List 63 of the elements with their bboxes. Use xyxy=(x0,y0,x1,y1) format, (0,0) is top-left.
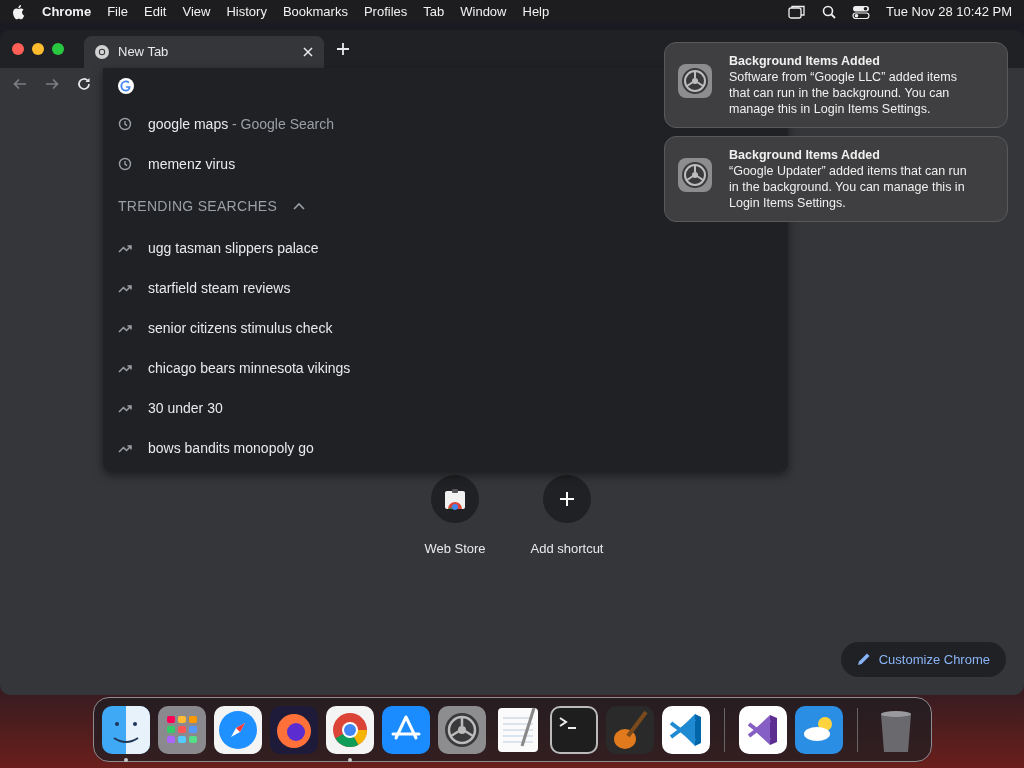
suggestion-item[interactable]: starfield steam reviews xyxy=(103,268,788,308)
chrome-app-icon[interactable] xyxy=(326,705,374,754)
zoom-window-button[interactable] xyxy=(52,43,64,55)
shortcut-tile[interactable]: Web Store xyxy=(410,475,500,559)
shortcut-tile[interactable]: Add shortcut xyxy=(522,475,612,559)
suggestion-item[interactable]: chicago bears minnesota vikings xyxy=(103,348,788,388)
settings-app-icon[interactable] xyxy=(438,705,486,754)
clock: Tue Nov 28 10:42 PM xyxy=(886,2,1012,21)
suggestion-item[interactable]: senior citizens stimulus check xyxy=(103,308,788,348)
notification-body: “Google Updater” added items that can run in the background. You can manage this in Login Items Settings. xyxy=(729,163,967,211)
weather-app-icon[interactable] xyxy=(795,705,843,754)
close-icon[interactable] xyxy=(302,46,314,58)
menu-item[interactable]: View xyxy=(182,1,211,22)
forward-icon[interactable] xyxy=(44,76,60,92)
visualstudio-app-icon[interactable] xyxy=(739,705,787,754)
back-icon[interactable] xyxy=(12,76,28,92)
section-header: TRENDING SEARCHES xyxy=(118,196,278,216)
menu-item[interactable]: Tab xyxy=(423,1,445,22)
toggles-icon[interactable] xyxy=(852,4,870,19)
customize-chrome-button[interactable]: Customize Chrome xyxy=(840,641,1006,677)
menu-item[interactable]: Help xyxy=(522,1,550,22)
notification-title: Background Items Added xyxy=(729,53,881,69)
clock-icon xyxy=(118,117,132,131)
launchpad-app-icon[interactable] xyxy=(158,705,206,754)
menu-item[interactable]: File xyxy=(107,1,129,22)
menu-item[interactable]: Bookmarks xyxy=(282,1,348,22)
tab-title: New Tab xyxy=(118,43,170,62)
google-logo-icon[interactable] xyxy=(118,78,134,94)
gear-icon xyxy=(677,63,713,99)
reload-icon[interactable] xyxy=(76,76,92,92)
safari-app-icon[interactable] xyxy=(214,705,262,754)
windows-icon[interactable] xyxy=(788,4,806,19)
menu-item[interactable]: History xyxy=(226,1,267,22)
store-icon xyxy=(444,488,466,510)
browser-tab[interactable]: New Tab xyxy=(84,36,324,68)
menu-item[interactable]: Edit xyxy=(144,1,167,22)
plus-icon xyxy=(559,491,575,507)
terminal-app-icon[interactable] xyxy=(550,705,598,754)
gear-icon xyxy=(677,157,713,193)
app-menu[interactable]: Chrome xyxy=(42,1,92,22)
menu-item[interactable]: Profiles xyxy=(363,1,408,22)
menu-item[interactable]: Window xyxy=(460,1,507,22)
vscode-app-icon[interactable] xyxy=(662,705,710,754)
chrome-icon xyxy=(94,44,110,60)
guitar-app-icon[interactable] xyxy=(606,705,654,754)
suggestion-item[interactable]: ugg tasman slippers palace xyxy=(103,228,788,268)
notification[interactable]: Background Items Added Software from “Google LLC” added items that can run in the background. You can manage this in Login Items Settings. xyxy=(664,42,1008,128)
notification-title: Background Items Added xyxy=(729,147,881,163)
firefox-app-icon[interactable] xyxy=(270,705,318,754)
notification-body: Software from “Google LLC” added items that can run in the background. You can manage this in Login Items Settings. xyxy=(729,69,958,117)
suggestion-item[interactable]: bows bandits monopoly go xyxy=(103,428,788,468)
finder-app-icon[interactable] xyxy=(102,705,150,754)
pencil-icon xyxy=(856,652,871,667)
chevron-up-icon[interactable] xyxy=(293,202,306,210)
appstore-app-icon[interactable] xyxy=(382,705,430,754)
search-icon[interactable] xyxy=(822,4,836,19)
new-tab-icon[interactable] xyxy=(336,42,350,56)
clock-icon xyxy=(118,157,132,171)
notification[interactable]: Background Items Added “Google Updater” added items that can run in the background. You can manage this in Login Items Settings. xyxy=(664,136,1008,222)
suggestion-item[interactable]: 30 under 30 xyxy=(103,388,788,428)
close-window-button[interactable] xyxy=(12,43,24,55)
minimize-window-button[interactable] xyxy=(32,43,44,55)
apple-logo-icon[interactable] xyxy=(12,3,26,20)
